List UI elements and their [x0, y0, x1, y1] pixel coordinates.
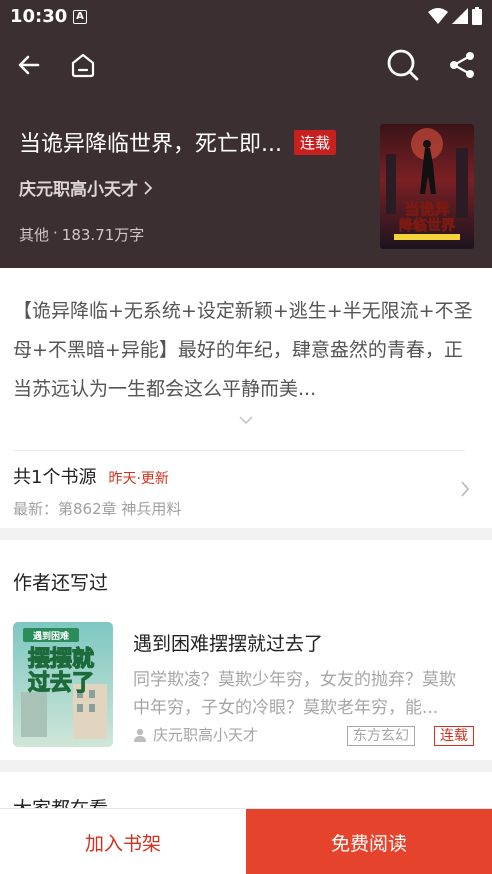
status-icons: [428, 6, 482, 26]
bottom-action-bar: 加入书架 免费阅读: [0, 808, 492, 874]
author-name: 庆元职高小天才: [19, 180, 138, 200]
search-icon: [387, 49, 419, 81]
book-cover-image: 当诡异 降临世界: [380, 124, 474, 249]
source-arrow[interactable]: [460, 480, 470, 502]
home-button[interactable]: [66, 48, 100, 82]
status-bar: 10:30 A: [0, 0, 492, 34]
battery-icon: [472, 7, 482, 25]
book-word-count: 183.71万字: [61, 226, 145, 244]
svg-text:摆摆就: 摆摆就: [28, 646, 94, 672]
cover-title-text: 当诡异: [404, 200, 449, 218]
author-work-item[interactable]: 遇到困难 摆摆就 过去了 遇到困难摆摆就过去了 同学欺凌？莫欺少年穷，女友的抛弃…: [0, 618, 492, 753]
work-cover: 遇到困难 摆摆就 过去了: [13, 622, 113, 747]
work-cover-image: 遇到困难 摆摆就 过去了: [13, 622, 113, 747]
share-icon: [450, 52, 474, 78]
free-read-button[interactable]: 免费阅读: [246, 809, 492, 874]
section-heading: 作者还写过: [13, 572, 109, 594]
svg-text:过去了: 过去了: [28, 671, 94, 696]
intro-card: 【诡异降临+无系统+设定新颖+逃生+半无限流+不圣母+不黑暗+异能】最好的年纪，…: [0, 268, 492, 528]
toolbar: [0, 40, 492, 90]
svg-text:降临世界: 降临世界: [399, 217, 456, 234]
work-author-row: 庆元职高小天才: [133, 724, 258, 745]
share-button[interactable]: [445, 48, 479, 82]
book-cover[interactable]: 当诡异 降临世界: [380, 124, 474, 249]
add-to-shelf-button[interactable]: 加入书架: [0, 809, 246, 874]
book-meta: 其他 · 183.71万字: [19, 224, 144, 245]
back-button[interactable]: [12, 48, 46, 82]
back-arrow-icon: [18, 55, 40, 75]
source-count: 共1个书源: [13, 467, 97, 488]
serial-status-badge: 连载: [293, 129, 336, 155]
source-row[interactable]: 共1个书源 昨天·更新: [13, 463, 169, 489]
status-tag: 连载: [434, 726, 474, 746]
book-title-row: 当诡异降临世界，死亡即... 连载: [19, 126, 336, 158]
chevron-right-icon: [144, 180, 153, 195]
book-category: 其他: [19, 226, 50, 244]
wifi-icon: [428, 8, 448, 24]
user-icon: [134, 728, 146, 742]
chevron-down-icon: [239, 416, 253, 425]
divider: [13, 450, 465, 451]
work-description: 同学欺凌？莫欺少年穷，女友的抛弃？莫欺中年穷，子女的冷眼？莫欺老年穷，能...: [133, 670, 456, 718]
chevron-right-icon: [461, 481, 470, 497]
work-author-name: 庆元职高小天才: [153, 726, 259, 744]
source-update-time: 昨天·更新: [108, 471, 169, 487]
work-cover-label: 遇到困难: [33, 630, 69, 642]
author-works-section: 作者还写过 遇到困难 摆摆就 过去了 遇到困难摆摆就过去了 同学欺凌？莫欺少年穷…: [0, 540, 492, 760]
home-icon: [71, 53, 95, 78]
author-link[interactable]: 庆元职高小天才: [19, 175, 154, 200]
book-synopsis[interactable]: 【诡异降临+无系统+设定新颖+逃生+半无限流+不圣母+不黑暗+异能】最好的年纪，…: [13, 292, 473, 409]
book-detail-page: 10:30 A 当诡异降临世界，死亡即... 连载 庆元职高小天才 其他 · 1…: [0, 0, 492, 874]
genre-tag: 东方玄幻: [347, 726, 415, 746]
notification-icon: A: [73, 10, 87, 24]
work-title: 遇到困难摆摆就过去了: [133, 633, 324, 655]
expand-synopsis-button[interactable]: [238, 410, 254, 429]
latest-chapter[interactable]: 最新：第862章 神兵用料: [13, 498, 181, 519]
search-button[interactable]: [386, 48, 420, 82]
signal-icon: [452, 8, 468, 24]
book-title: 当诡异降临世界，死亡即...: [19, 132, 282, 157]
status-time: 10:30: [10, 6, 68, 27]
meta-separator: ·: [53, 224, 58, 242]
popular-section: 大家都在看: [0, 772, 492, 820]
book-header: 10:30 A 当诡异降临世界，死亡即... 连载 庆元职高小天才 其他 · 1…: [0, 0, 492, 268]
